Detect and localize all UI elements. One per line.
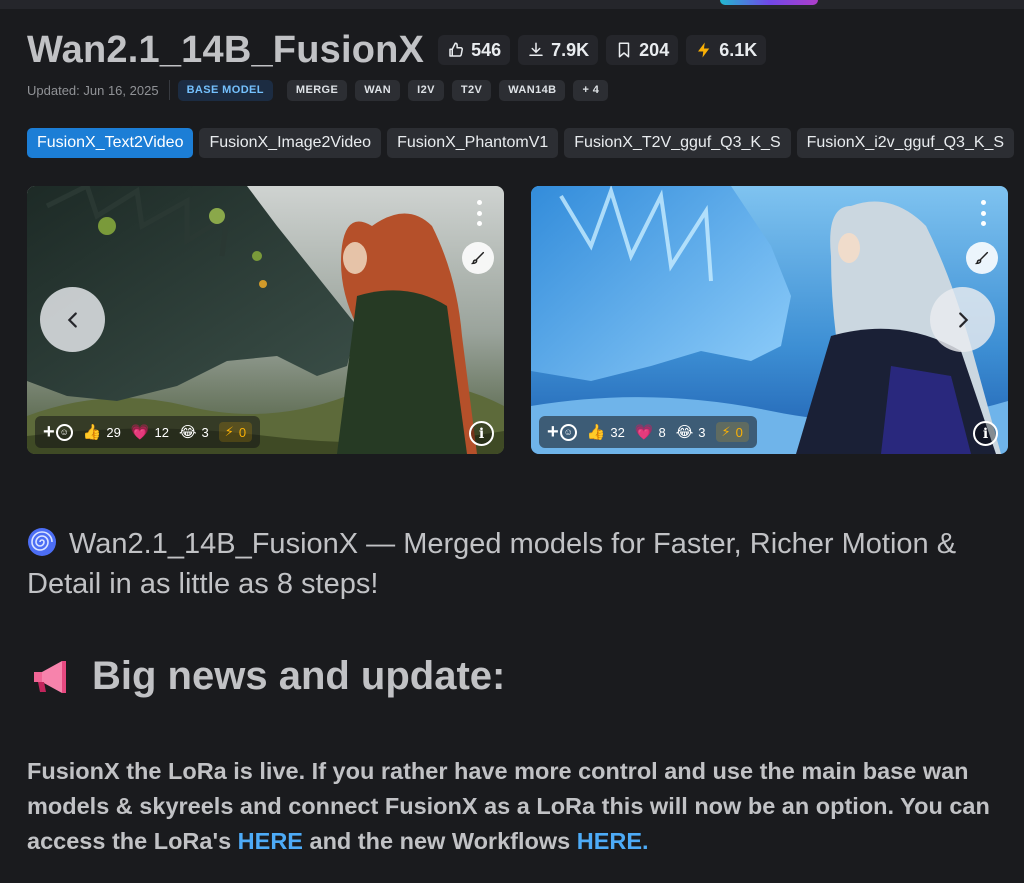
carousel-next-button[interactable]: [930, 287, 995, 352]
header: Wan2.1_14B_FusionX 546 7.9K 204 6.1K: [27, 28, 767, 72]
remix-brush-icon[interactable]: [966, 242, 998, 274]
bookmark-icon: [618, 42, 630, 58]
info-icon[interactable]: i: [973, 421, 998, 446]
thumbs-up-icon: [449, 42, 464, 57]
page-title: Wan2.1_14B_FusionX: [27, 28, 425, 71]
buzz-stat[interactable]: 6.1K: [686, 35, 767, 65]
lora-link[interactable]: HERE: [238, 828, 303, 854]
laugh-reaction[interactable]: 😂 3: [179, 423, 209, 441]
heart-reaction[interactable]: 💗 12: [131, 423, 169, 441]
info-icon[interactable]: i: [469, 421, 494, 446]
buzz-tip-button[interactable]: ⚡ 0: [715, 422, 749, 442]
tab-fusionx-i2v-gguf[interactable]: FusionX_i2v_gguf_Q3_K_S: [796, 128, 1015, 158]
megaphone-icon: [34, 660, 66, 693]
carousel-prev-button[interactable]: [40, 287, 105, 352]
laugh-reaction[interactable]: 😂 3: [676, 423, 706, 441]
reaction-bar: + ☺ 👍 29 💗 12 😂 3 ⚡ 0: [35, 416, 261, 448]
download-icon: [529, 42, 543, 56]
tag-i2v[interactable]: I2V: [408, 79, 444, 101]
download-stat[interactable]: 7.9K: [518, 35, 599, 65]
heart-reaction[interactable]: 💗 8: [635, 423, 666, 441]
spiral-icon: [28, 528, 56, 556]
tab-fusionx-t2v-gguf[interactable]: FusionX_T2V_gguf_Q3_K_S: [564, 128, 791, 158]
reaction-bar: + ☺ 👍 32 💗 8 😂 3 ⚡ 0: [539, 416, 757, 448]
bookmark-stat[interactable]: 204: [606, 35, 679, 65]
chevron-right-icon: [958, 311, 968, 328]
divider: [168, 80, 170, 100]
description-headline: Wan2.1_14B_FusionX — Merged models for F…: [27, 528, 957, 600]
add-reaction-button[interactable]: + ☺: [43, 421, 73, 444]
bolt-icon: [698, 42, 710, 58]
news-body: FusionX the LoRa is live. If you rather …: [27, 758, 990, 854]
updated-date: Updated: Jun 16, 2025: [27, 82, 159, 98]
tab-fusionx-phantomv1[interactable]: FusionX_PhantomV1: [387, 128, 559, 158]
more-vertical-icon[interactable]: [976, 200, 990, 226]
buzz-count: 6.1K: [719, 39, 758, 60]
tab-fusionx-image2video[interactable]: FusionX_Image2Video: [199, 128, 382, 158]
tag-t2v[interactable]: T2V: [451, 79, 492, 101]
remix-brush-icon[interactable]: [462, 242, 494, 274]
tag-merge[interactable]: MERGE: [286, 79, 348, 101]
workflows-link[interactable]: HERE.: [577, 828, 649, 854]
like-stat[interactable]: 546: [438, 35, 511, 65]
version-tabs: FusionX_Text2Video FusionX_Image2Video F…: [27, 128, 1015, 158]
bookmark-count: 204: [639, 39, 670, 60]
chevron-left-icon: [67, 311, 77, 328]
like-reaction[interactable]: 👍 32: [587, 423, 625, 441]
meta-row: Updated: Jun 16, 2025 BASE MODEL MERGE W…: [27, 79, 609, 101]
buzz-tip-button[interactable]: ⚡ 0: [218, 422, 253, 442]
progress-glow: [720, 0, 818, 5]
base-model-badge[interactable]: BASE MODEL: [177, 79, 273, 101]
tag-wan[interactable]: WAN: [355, 79, 401, 101]
tag-wan14b[interactable]: WAN14B: [499, 79, 566, 101]
like-count: 546: [471, 39, 502, 60]
news-heading: Big news and update:: [30, 654, 505, 699]
top-bar: [0, 0, 1024, 9]
download-count: 7.9K: [551, 39, 590, 60]
more-vertical-icon[interactable]: [472, 200, 486, 226]
add-reaction-button[interactable]: + ☺: [547, 421, 577, 444]
tab-fusionx-text2video[interactable]: FusionX_Text2Video: [27, 128, 194, 158]
more-tags-button[interactable]: + 4: [573, 79, 609, 101]
like-reaction[interactable]: 👍 29: [83, 423, 121, 441]
